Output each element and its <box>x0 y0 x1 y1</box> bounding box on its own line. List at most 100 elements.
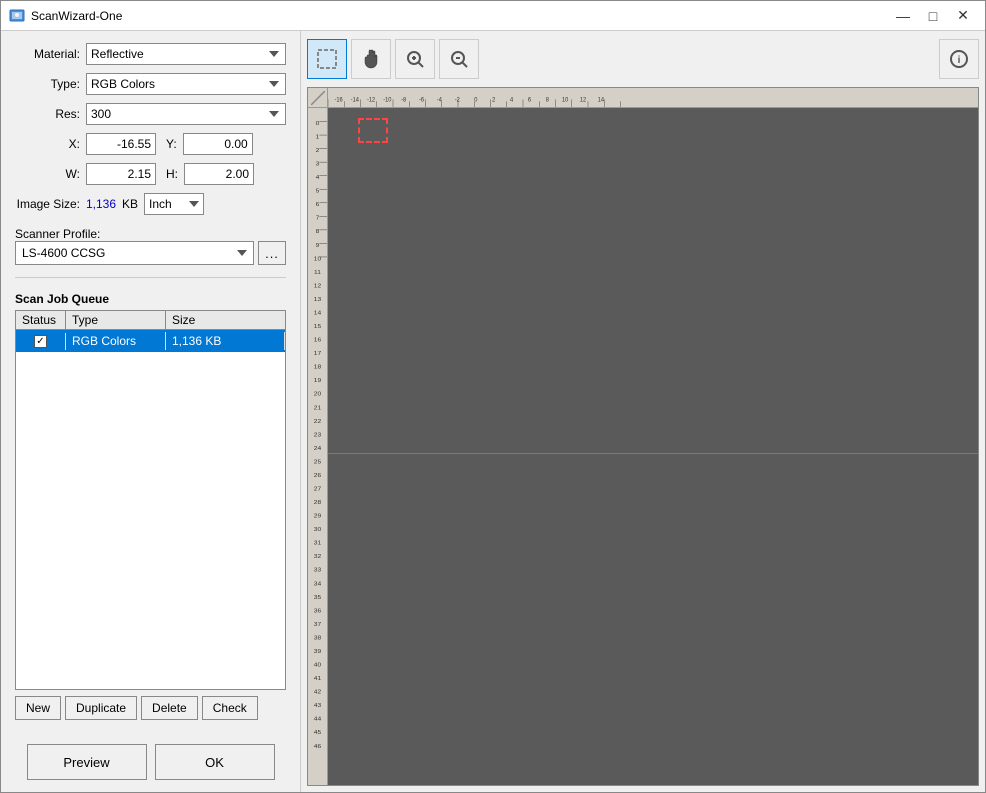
h-label: H: <box>166 167 178 181</box>
svg-text:26: 26 <box>314 472 322 479</box>
new-button[interactable]: New <box>15 696 61 720</box>
image-size-value: 1,136 <box>86 197 116 211</box>
left-ruler-svg: 0 1 2 3 4 5 6 7 8 9 10 11 12 13 <box>308 108 327 785</box>
svg-text:12: 12 <box>580 96 587 104</box>
svg-text:38: 38 <box>314 635 322 642</box>
svg-text:46: 46 <box>314 743 322 750</box>
row-status <box>16 333 66 350</box>
scan-job-section: Scan Job Queue Status Type Size RGB Colo… <box>15 290 286 720</box>
preview-divider <box>328 453 978 454</box>
table-body: RGB Colors 1,136 KB <box>16 330 285 352</box>
hand-icon <box>360 48 382 70</box>
material-select[interactable]: Reflective <box>86 43 286 65</box>
svg-text:31: 31 <box>314 540 322 547</box>
svg-text:-14: -14 <box>351 96 360 104</box>
row-checkbox[interactable] <box>34 335 47 348</box>
svg-text:6: 6 <box>316 201 320 208</box>
restore-button[interactable]: □ <box>919 5 947 27</box>
svg-text:37: 37 <box>314 621 322 628</box>
zoom-in-icon <box>404 48 426 70</box>
svg-text:35: 35 <box>314 594 322 601</box>
type-label: Type: <box>15 77 80 91</box>
preview-button[interactable]: Preview <box>27 744 147 780</box>
svg-text:10: 10 <box>314 256 322 263</box>
svg-text:i: i <box>958 55 961 66</box>
row-type: RGB Colors <box>66 332 166 350</box>
app-icon <box>9 8 25 24</box>
main-window: ScanWizard-One — □ ✕ Material: Reflectiv… <box>0 0 986 793</box>
type-select[interactable]: RGB Colors <box>86 73 286 95</box>
unit-select[interactable]: Inch cm mm pixel <box>144 193 204 215</box>
zoom-out-icon <box>448 48 470 70</box>
ruler-corner <box>308 88 328 108</box>
zoom-out-tool-button[interactable] <box>439 39 479 79</box>
svg-text:-6: -6 <box>419 96 425 104</box>
row-size: 1,136 KB <box>166 332 285 350</box>
bottom-buttons: Preview OK <box>15 744 286 780</box>
x-label: X: <box>15 137 80 151</box>
ruler-corner-icon <box>311 91 325 105</box>
svg-text:-16: -16 <box>335 96 344 104</box>
window-controls: — □ ✕ <box>889 5 977 27</box>
col-size: Size <box>166 311 285 329</box>
svg-text:-2: -2 <box>455 96 461 104</box>
svg-text:0: 0 <box>474 96 478 104</box>
check-button[interactable]: Check <box>202 696 258 720</box>
svg-text:7: 7 <box>316 215 320 222</box>
selection-box <box>358 118 388 143</box>
svg-text:2: 2 <box>316 147 320 154</box>
y-input[interactable] <box>183 133 253 155</box>
svg-text:41: 41 <box>314 675 322 682</box>
svg-text:44: 44 <box>314 716 322 723</box>
svg-text:27: 27 <box>314 486 322 493</box>
svg-text:0: 0 <box>316 120 320 127</box>
info-tool-button[interactable]: i <box>939 39 979 79</box>
info-icon: i <box>948 48 970 70</box>
svg-text:42: 42 <box>314 689 322 696</box>
select-tool-button[interactable] <box>307 39 347 79</box>
scanner-profile-select[interactable]: LS-4600 CCSG <box>15 241 254 265</box>
svg-text:20: 20 <box>314 391 322 398</box>
top-ruler-svg: -16 -14 -12 -10 -8 -6 -4 -2 0 2 4 6 8 10 <box>328 88 978 107</box>
delete-button[interactable]: Delete <box>141 696 198 720</box>
svg-text:33: 33 <box>314 567 322 574</box>
ok-button[interactable]: OK <box>155 744 275 780</box>
scanner-profile-section: Scanner Profile: LS-4600 CCSG ... <box>15 223 286 265</box>
svg-text:1: 1 <box>316 134 320 141</box>
right-panel: i -16 -14 <box>301 31 985 792</box>
image-size-label: Image Size: <box>15 197 80 211</box>
w-label: W: <box>15 167 80 181</box>
svg-text:19: 19 <box>314 377 322 384</box>
top-ruler: -16 -14 -12 -10 -8 -6 -4 -2 0 2 4 6 8 10 <box>328 88 978 108</box>
svg-text:6: 6 <box>528 96 532 104</box>
pan-tool-button[interactable] <box>351 39 391 79</box>
svg-text:3: 3 <box>316 161 320 168</box>
table-row[interactable]: RGB Colors 1,136 KB <box>16 330 285 352</box>
svg-text:29: 29 <box>314 513 322 520</box>
y-label: Y: <box>166 137 177 151</box>
zoom-in-tool-button[interactable] <box>395 39 435 79</box>
select-icon <box>316 48 338 70</box>
svg-text:8: 8 <box>316 229 320 236</box>
svg-text:34: 34 <box>314 581 322 588</box>
scan-job-label: Scan Job Queue <box>15 292 286 306</box>
w-input[interactable] <box>86 163 156 185</box>
col-type: Type <box>66 311 166 329</box>
svg-text:4: 4 <box>510 96 514 104</box>
scanner-profile-row: LS-4600 CCSG ... <box>15 241 286 265</box>
svg-text:22: 22 <box>314 418 322 425</box>
svg-text:17: 17 <box>314 350 322 357</box>
scanner-profile-dots-button[interactable]: ... <box>258 241 286 265</box>
scan-area: -16 -14 -12 -10 -8 -6 -4 -2 0 2 4 6 8 10 <box>307 87 979 786</box>
scan-job-table: Status Type Size RGB Colors 1,136 KB <box>15 310 286 690</box>
res-select[interactable]: 300 <box>86 103 286 125</box>
material-row: Material: Reflective <box>15 43 286 65</box>
duplicate-button[interactable]: Duplicate <box>65 696 137 720</box>
h-input[interactable] <box>184 163 254 185</box>
x-input[interactable] <box>86 133 156 155</box>
left-ruler: 0 1 2 3 4 5 6 7 8 9 10 11 12 13 <box>308 108 328 785</box>
minimize-button[interactable]: — <box>889 5 917 27</box>
type-row: Type: RGB Colors <box>15 73 286 95</box>
svg-text:36: 36 <box>314 608 322 615</box>
close-button[interactable]: ✕ <box>949 5 977 27</box>
